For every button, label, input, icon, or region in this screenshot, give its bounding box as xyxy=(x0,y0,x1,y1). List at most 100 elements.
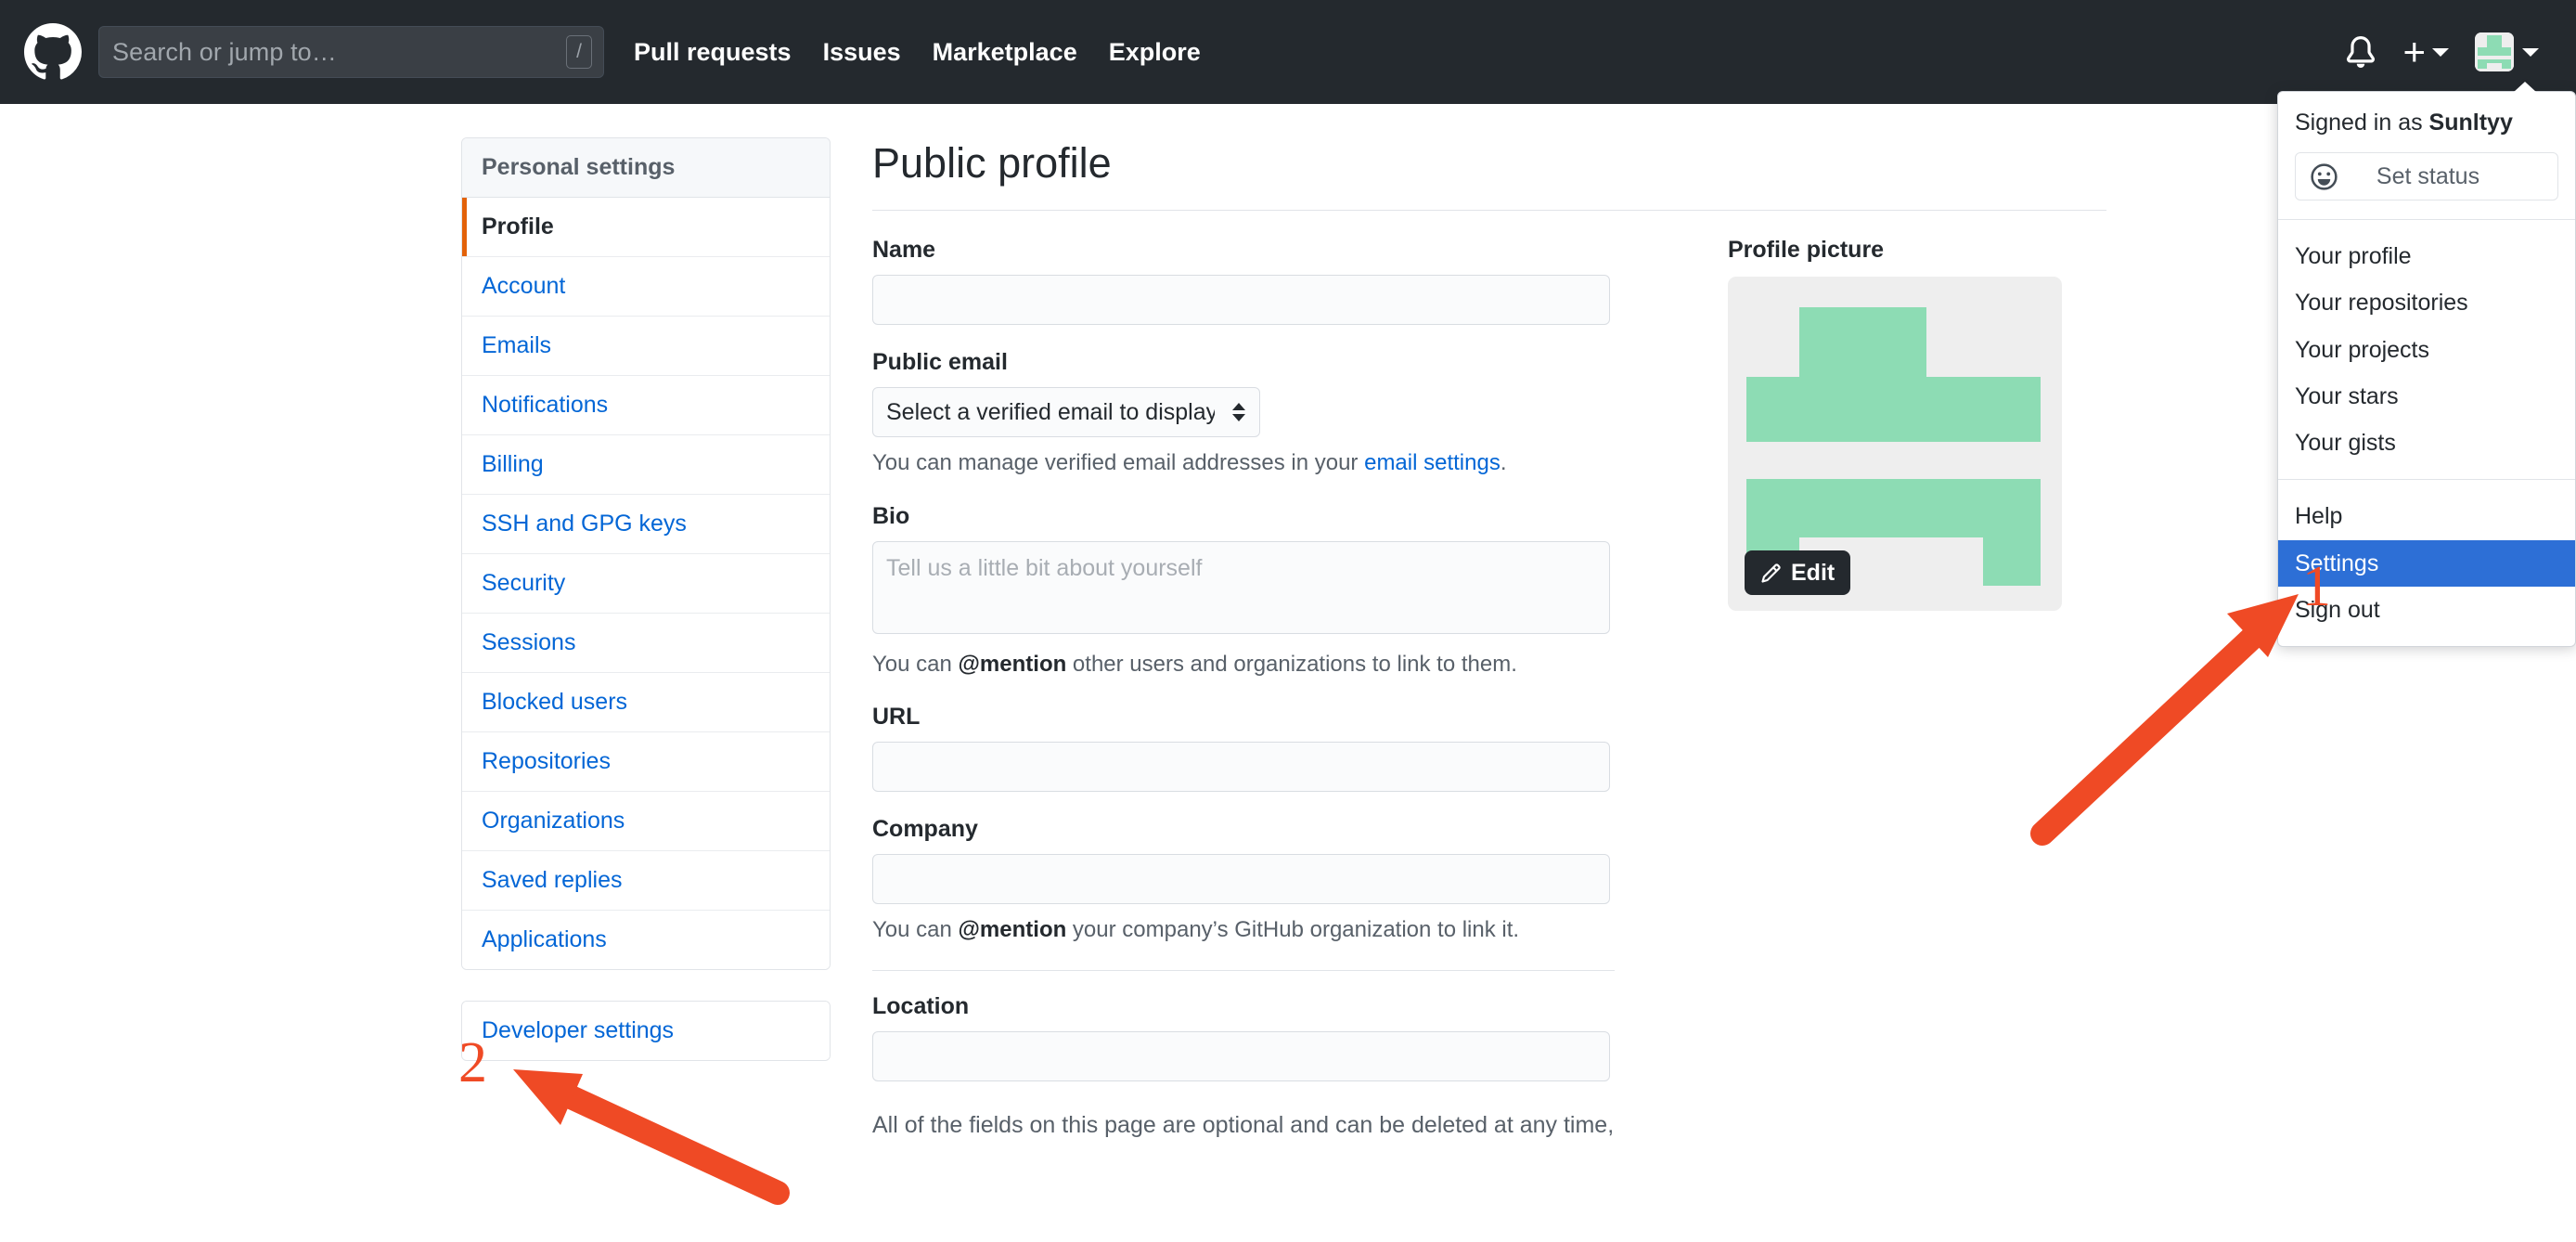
form-section-divider xyxy=(872,970,1615,972)
search-box[interactable]: Search or jump to… / xyxy=(98,26,604,78)
company-input[interactable] xyxy=(872,854,1610,905)
nav-explore[interactable]: Explore xyxy=(1109,38,1201,67)
set-status-button[interactable]: Set status xyxy=(2295,152,2558,201)
field-bio: Bio You can @mention other users and org… xyxy=(872,503,1615,680)
sidebar-item-billing[interactable]: Billing xyxy=(462,435,830,495)
company-hint-suffix: your company’s GitHub organization to li… xyxy=(1066,917,1520,943)
dropdown-caret-icon xyxy=(2514,82,2536,92)
plus-icon: + xyxy=(2402,30,2426,73)
form-footnote: All of the fields on this page are optio… xyxy=(872,1112,1615,1139)
sidebar-item-profile[interactable]: Profile xyxy=(462,198,830,257)
bio-hint-mention: @mention xyxy=(958,651,1067,677)
sidebar-item-emails[interactable]: Emails xyxy=(462,317,830,376)
sidebar-item-account[interactable]: Account xyxy=(462,257,830,317)
sidebar-item-blocked-users[interactable]: Blocked users xyxy=(462,673,830,732)
profile-form-column: Name Public email Select a verified emai… xyxy=(872,237,1615,1142)
search-input-placeholder[interactable]: Search or jump to… xyxy=(112,38,337,67)
field-name: Name xyxy=(872,237,1615,326)
sidebar-item-notifications[interactable]: Notifications xyxy=(462,376,830,435)
company-hint: You can @mention your company’s GitHub o… xyxy=(872,914,1615,946)
sidebar-heading: Personal settings xyxy=(462,138,830,198)
public-email-select[interactable]: Select a verified email to display xyxy=(872,387,1260,438)
url-input[interactable] xyxy=(872,742,1610,793)
dropdown-item-your-profile[interactable]: Your profile xyxy=(2278,233,2575,279)
nav-marketplace[interactable]: Marketplace xyxy=(933,38,1077,67)
dropdown-item-your-repositories[interactable]: Your repositories xyxy=(2278,279,2575,326)
sidebar-item-developer-settings[interactable]: Developer settings xyxy=(462,1002,830,1060)
dropdown-item-help[interactable]: Help xyxy=(2278,493,2575,539)
create-new-button[interactable]: + xyxy=(2389,0,2462,104)
dropdown-group-system: Help Settings Sign out xyxy=(2278,480,2575,646)
location-label: Location xyxy=(872,993,970,1020)
avatar xyxy=(2475,32,2514,71)
name-input[interactable] xyxy=(872,275,1610,326)
signed-in-username: Sunltyy xyxy=(2428,110,2513,136)
field-url: URL xyxy=(872,704,1615,793)
public-email-hint-suffix: . xyxy=(1500,450,1507,476)
company-hint-mention: @mention xyxy=(958,917,1067,943)
field-public-email: Public email Select a verified email to … xyxy=(872,349,1615,479)
dropdown-item-your-stars[interactable]: Your stars xyxy=(2278,373,2575,420)
chevron-down-icon xyxy=(2522,47,2539,57)
dropdown-item-your-gists[interactable]: Your gists xyxy=(2278,420,2575,466)
url-label: URL xyxy=(872,704,921,731)
nav-pull-requests[interactable]: Pull requests xyxy=(634,38,792,67)
dropdown-item-settings[interactable]: Settings xyxy=(2278,539,2575,587)
public-email-select-wrapper: Select a verified email to display xyxy=(872,387,1260,438)
bio-textarea[interactable] xyxy=(872,540,1610,634)
field-location: Location xyxy=(872,993,1615,1082)
user-avatar-button[interactable] xyxy=(2462,0,2552,104)
search-shortcut-key: / xyxy=(566,35,592,69)
settings-sidebar: Personal settings Profile Account Emails… xyxy=(461,137,831,1061)
sidebar-item-saved-replies[interactable]: Saved replies xyxy=(462,851,830,911)
title-divider xyxy=(872,210,2106,212)
sidebar-item-sessions[interactable]: Sessions xyxy=(462,614,830,673)
global-header: Search or jump to… / Pull requests Issue… xyxy=(0,0,2576,104)
github-logo-icon[interactable] xyxy=(24,23,82,81)
edit-profile-picture-button[interactable]: Edit xyxy=(1745,550,1851,596)
company-hint-prefix: You can xyxy=(872,917,959,943)
personal-settings-box: Personal settings Profile Account Emails… xyxy=(461,137,831,970)
bio-hint: You can @mention other users and organiz… xyxy=(872,649,1615,680)
nav-issues[interactable]: Issues xyxy=(823,38,901,67)
bio-hint-suffix: other users and organizations to link to… xyxy=(1066,651,1517,677)
sidebar-item-applications[interactable]: Applications xyxy=(462,911,830,969)
sidebar-item-organizations[interactable]: Organizations xyxy=(462,792,830,851)
name-label: Name xyxy=(872,237,936,264)
bio-hint-prefix: You can xyxy=(872,651,959,677)
developer-settings-box: Developer settings xyxy=(461,1001,831,1061)
primary-nav: Pull requests Issues Marketplace Explore xyxy=(634,38,1201,67)
field-company: Company You can @mention your company’s … xyxy=(872,816,1615,946)
user-dropdown-menu: Signed in as Sunltyy Set status Your pro… xyxy=(2277,82,2576,647)
dropdown-item-your-projects[interactable]: Your projects xyxy=(2278,327,2575,373)
page-root: Search or jump to… / Pull requests Issue… xyxy=(0,0,2576,1242)
profile-picture-column: Profile picture Edit xyxy=(1728,237,2099,612)
profile-columns: Name Public email Select a verified emai… xyxy=(872,237,2106,1142)
public-email-hint: You can manage verified email addresses … xyxy=(872,447,1615,479)
public-email-label: Public email xyxy=(872,349,1008,376)
profile-picture-card[interactable]: Edit xyxy=(1728,277,2062,612)
dropdown-item-sign-out[interactable]: Sign out xyxy=(2278,587,2575,633)
chevron-down-icon xyxy=(2432,47,2449,57)
notifications-button[interactable] xyxy=(2332,0,2389,104)
bell-icon xyxy=(2347,36,2376,68)
smiley-icon xyxy=(2311,162,2338,190)
signed-in-as-label: Signed in as Sunltyy xyxy=(2278,92,2575,136)
set-status-wrapper: Set status xyxy=(2278,136,2575,219)
edit-label: Edit xyxy=(1791,559,1835,586)
company-label: Company xyxy=(872,816,978,843)
email-settings-link[interactable]: email settings xyxy=(1364,450,1501,475)
page-title: Public profile xyxy=(872,139,1112,187)
profile-picture-label: Profile picture xyxy=(1728,237,1885,264)
signed-in-prefix: Signed in as xyxy=(2295,110,2429,136)
pencil-icon xyxy=(1761,563,1781,583)
sidebar-item-repositories[interactable]: Repositories xyxy=(462,732,830,792)
dropdown-group-account: Your profile Your repositories Your proj… xyxy=(2278,220,2575,479)
public-email-hint-prefix: You can manage verified email addresses … xyxy=(872,450,1365,476)
location-input[interactable] xyxy=(872,1031,1610,1082)
sidebar-item-ssh-and-gpg-keys[interactable]: SSH and GPG keys xyxy=(462,495,830,554)
main-content: Public profile Name Public email Select … xyxy=(872,137,2106,1142)
annotation-arrow-2 xyxy=(513,1069,790,1205)
sidebar-item-security[interactable]: Security xyxy=(462,554,830,614)
bio-label: Bio xyxy=(872,502,910,529)
